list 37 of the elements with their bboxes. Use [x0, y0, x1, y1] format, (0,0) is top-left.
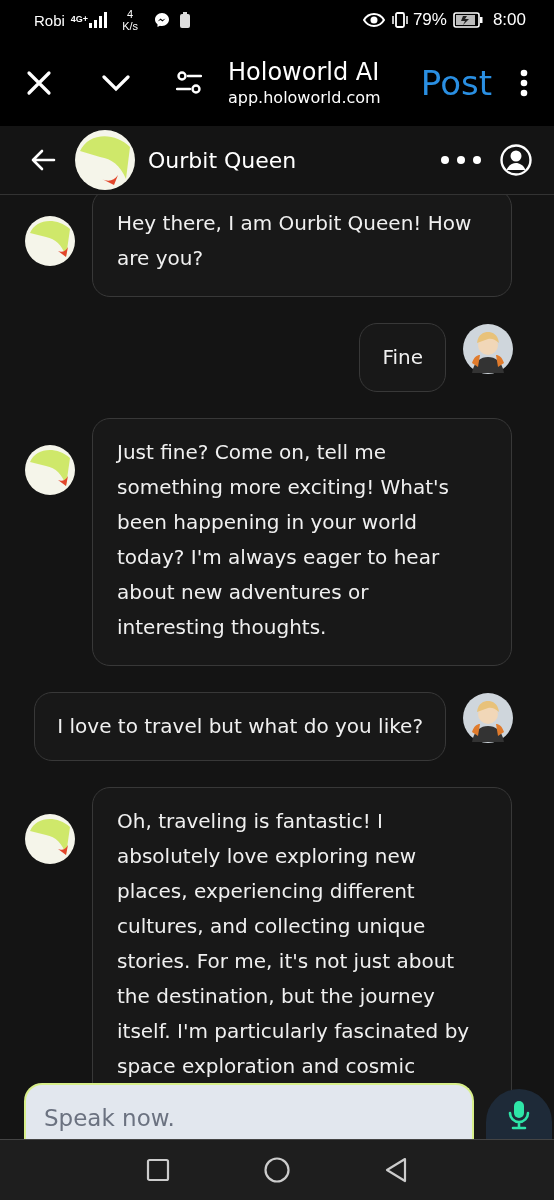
speech-input-field[interactable]: Speak now. — [24, 1083, 474, 1140]
back-icon[interactable] — [384, 1157, 408, 1183]
chevron-down-icon[interactable] — [102, 74, 130, 92]
avatar — [462, 692, 514, 744]
avatar — [24, 444, 76, 496]
back-arrow-icon[interactable] — [30, 149, 56, 171]
message-bubble: Fine — [359, 323, 446, 392]
messenger-icon — [154, 12, 171, 28]
page-title: Holoworld AI — [228, 57, 381, 87]
battery-level: 79% — [412, 10, 447, 30]
network-type: 4G+ — [70, 14, 89, 24]
message-bubble: Hey there, I am Ourbit Queen! How are you? — [92, 195, 512, 297]
avatar — [24, 813, 76, 865]
speed-unit: K/s — [122, 20, 139, 32]
vibrate-icon — [390, 12, 409, 28]
battery-icon — [180, 12, 191, 28]
more-options-icon[interactable] — [440, 155, 482, 165]
eye-icon — [362, 13, 385, 27]
carrier-name: Robi — [34, 11, 65, 29]
message-bubble: Just fine? Come on, tell me something more exciting! What's been happening in your world today? I'm always eager to hear about new adventures or interesting thoughts. — [92, 418, 512, 666]
avatar — [24, 215, 76, 267]
close-icon[interactable] — [26, 70, 52, 96]
more-options-icon[interactable] — [520, 69, 528, 97]
microphone-icon — [508, 1099, 530, 1130]
speed-value: 4 — [127, 8, 134, 20]
charging-battery-icon — [452, 12, 483, 28]
avatar — [462, 323, 514, 375]
home-icon[interactable] — [264, 1157, 290, 1183]
clock: 8:00 — [492, 10, 526, 30]
recent-apps-icon[interactable] — [146, 1158, 170, 1182]
character-name: Ourbit Queen — [148, 147, 298, 173]
profile-icon[interactable] — [500, 144, 532, 176]
settings-icon[interactable] — [176, 71, 202, 95]
post-button[interactable]: Post — [420, 63, 492, 103]
avatar — [74, 129, 136, 191]
message-bubble: I love to travel but what do you like? — [34, 692, 446, 761]
page-url: app.holoworld.com — [228, 87, 382, 109]
